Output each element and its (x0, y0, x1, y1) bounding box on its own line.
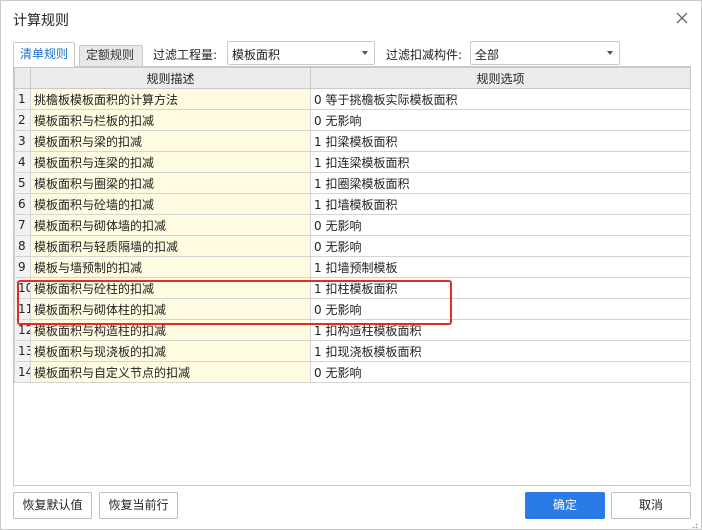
row-number: 11 (14, 298, 31, 320)
table-row[interactable]: 3 模板面积与梁的扣减 1 扣梁模板面积 (14, 130, 691, 152)
row-description: 模板面积与砌体柱的扣减 (30, 298, 311, 320)
row-description: 模板面积与梁的扣减 (30, 130, 311, 152)
row-number: 8 (14, 235, 31, 257)
row-number: 4 (14, 151, 31, 173)
row-option[interactable]: 0 无影响 (310, 235, 691, 257)
row-option[interactable]: 1 扣构造柱模板面积 (310, 319, 691, 341)
table-row[interactable]: 13模板面积与现浇板的扣减1 扣现浇板模板面积 (14, 340, 691, 362)
row-number: 12 (14, 319, 31, 341)
tab-quota-rules[interactable]: 定额规则 (79, 45, 143, 66)
row-option[interactable]: 1 扣现浇板模板面积 (310, 340, 691, 362)
row-option[interactable]: 0 无影响 (310, 361, 691, 383)
row-number: 5 (14, 172, 31, 194)
table-row[interactable]: 2 模板面积与栏板的扣减 0 无影响 (14, 109, 691, 131)
rules-grid: 规则描述 规则选项 1 挑檐板模板面积的计算方法 0 等于挑檐板实际模板面积 2 模板… (13, 66, 691, 486)
row-option[interactable]: 1 扣墙预制模板 (310, 256, 691, 278)
toolbar: 清单规则 定额规则 过滤工程量: 模板面积 过滤扣减构件: 全部 (13, 40, 693, 67)
row-description: 模板面积与轻质隔墙的扣减 (30, 235, 311, 257)
row-option[interactable]: 0 等于挑檐板实际模板面积 (310, 88, 691, 110)
close-icon[interactable] (675, 11, 689, 25)
title-bar: 计算规则 (1, 1, 701, 37)
engineering-filter-value: 模板面积 (232, 48, 281, 62)
row-description: 模板面积与圈梁的扣减 (30, 172, 311, 194)
table-row[interactable]: 5 模板面积与圈梁的扣减 1 扣圈梁模板面积 (14, 172, 691, 194)
row-option[interactable]: 0 无影响 (310, 298, 691, 320)
table-row[interactable]: 8 模板面积与轻质隔墙的扣减 0 无影响 (14, 235, 691, 257)
table-row[interactable]: 7 模板面积与砌体墙的扣减 0 无影响 (14, 214, 691, 236)
cancel-button[interactable]: 取消 (611, 492, 691, 519)
table-row[interactable]: 12模板面积与构造柱的扣减1 扣构造柱模板面积 (14, 319, 691, 341)
resize-grip-icon[interactable] (690, 518, 698, 529)
row-option[interactable]: 1 扣柱模板面积 (310, 277, 691, 299)
row-number: 1 (14, 88, 31, 110)
row-description: 模板与墙预制的扣减 (30, 256, 311, 278)
header-index (14, 67, 31, 89)
calc-rules-dialog: 计算规则 清单规则 定额规则 过滤工程量: 模板面积 过滤扣减构件: 全部 规则… (0, 0, 702, 530)
row-description: 模板面积与连梁的扣减 (30, 151, 311, 173)
row-description: 模板面积与砼柱的扣减 (30, 277, 311, 299)
table-row[interactable]: 10模板面积与砼柱的扣减1 扣柱模板面积 (14, 277, 691, 299)
row-description: 模板面积与栏板的扣减 (30, 109, 311, 131)
table-row[interactable]: 6 模板面积与砼墙的扣减 1 扣墙模板面积 (14, 193, 691, 215)
chevron-down-icon (362, 51, 368, 55)
table-row[interactable]: 1 挑檐板模板面积的计算方法 0 等于挑檐板实际模板面积 (14, 88, 691, 110)
row-description: 模板面积与砼墙的扣减 (30, 193, 311, 215)
row-description: 模板面积与自定义节点的扣减 (30, 361, 311, 383)
row-description: 模板面积与砌体墙的扣减 (30, 214, 311, 236)
row-number: 7 (14, 214, 31, 236)
restore-current-row-button[interactable]: 恢复当前行 (99, 492, 178, 519)
tab-bill-rules[interactable]: 清单规则 (13, 42, 75, 67)
row-option[interactable]: 0 无影响 (310, 214, 691, 236)
row-number: 3 (14, 130, 31, 152)
row-option[interactable]: 1 扣连梁模板面积 (310, 151, 691, 173)
engineering-filter-label: 过滤工程量: (153, 48, 218, 62)
engineering-filter-select[interactable]: 模板面积 (227, 41, 375, 65)
chevron-down-icon (607, 51, 613, 55)
header-rule-option: 规则选项 (310, 67, 691, 89)
row-description: 挑檐板模板面积的计算方法 (30, 88, 311, 110)
ok-button[interactable]: 确定 (525, 492, 605, 519)
table-row[interactable]: 11模板面积与砌体柱的扣减0 无影响 (14, 298, 691, 320)
row-option[interactable]: 1 扣圈梁模板面积 (310, 172, 691, 194)
row-number: 14 (14, 361, 31, 383)
row-description: 模板面积与现浇板的扣减 (30, 340, 311, 362)
dialog-title: 计算规则 (13, 13, 69, 29)
row-option[interactable]: 0 无影响 (310, 109, 691, 131)
row-description: 模板面积与构造柱的扣减 (30, 319, 311, 341)
component-filter-select[interactable]: 全部 (470, 41, 620, 65)
row-number: 10 (14, 277, 31, 299)
header-rule-description: 规则描述 (30, 67, 311, 89)
table-header-row: 规则描述 规则选项 (14, 67, 691, 89)
component-filter-value: 全部 (475, 48, 500, 62)
restore-default-button[interactable]: 恢复默认值 (13, 492, 92, 519)
row-number: 2 (14, 109, 31, 131)
component-filter-label: 过滤扣减构件: (386, 48, 463, 62)
table-row[interactable]: 14模板面积与自定义节点的扣减0 无影响 (14, 361, 691, 383)
row-number: 6 (14, 193, 31, 215)
rules-table: 规则描述 规则选项 1 挑檐板模板面积的计算方法 0 等于挑檐板实际模板面积 2 模板… (14, 67, 691, 383)
row-option[interactable]: 1 扣梁模板面积 (310, 130, 691, 152)
table-row[interactable]: 4 模板面积与连梁的扣减 1 扣连梁模板面积 (14, 151, 691, 173)
row-number: 9 (14, 256, 31, 278)
table-row[interactable]: 9 模板与墙预制的扣减 1 扣墙预制模板 (14, 256, 691, 278)
row-option[interactable]: 1 扣墙模板面积 (310, 193, 691, 215)
row-number: 13 (14, 340, 31, 362)
